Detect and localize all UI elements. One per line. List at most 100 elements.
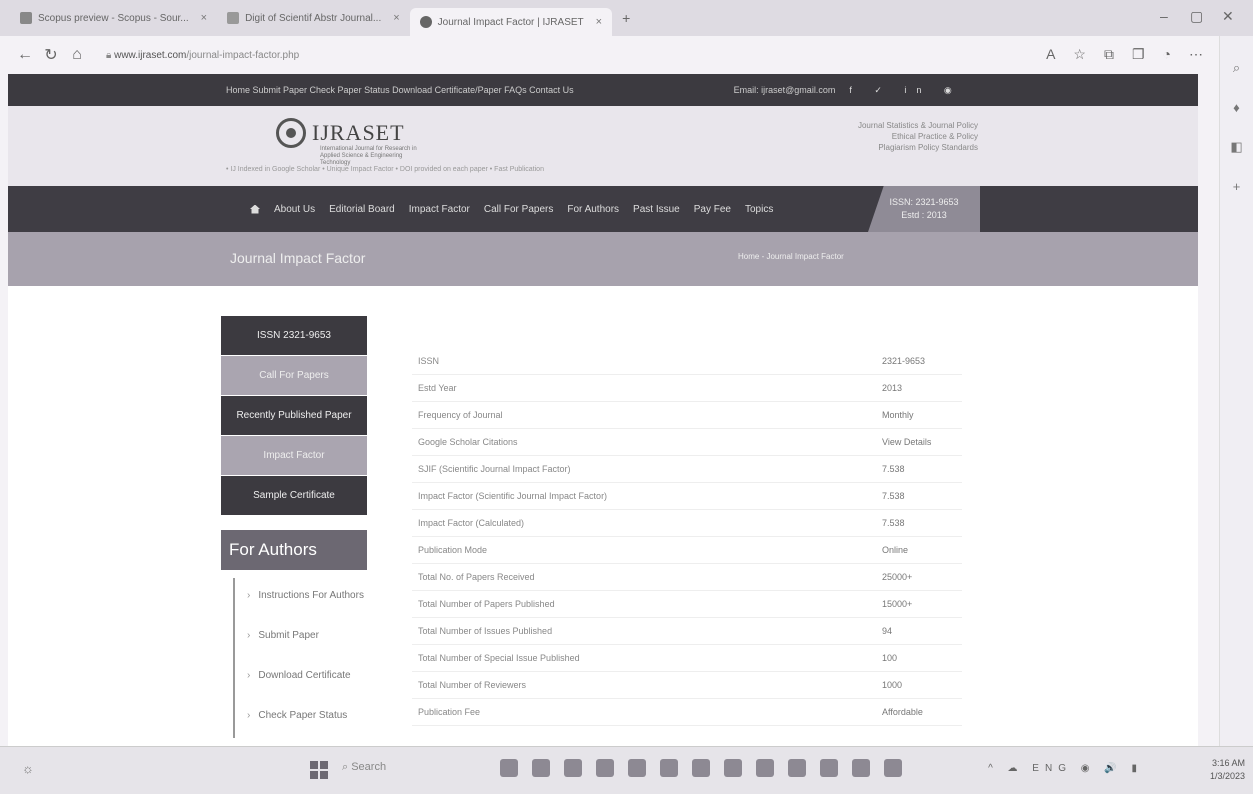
- tab-label: Scopus preview - Scopus - Sour...: [38, 12, 189, 24]
- row-label: Total Number of Issues Published: [418, 626, 553, 636]
- table-row: Total No. of Papers Received 25000+: [412, 564, 962, 591]
- table-row: Publication Mode Online: [412, 537, 962, 564]
- app-icon[interactable]: [596, 759, 614, 777]
- app-icon[interactable]: [724, 759, 742, 777]
- search-icon[interactable]: ⌕: [1220, 60, 1253, 76]
- new-tab-button[interactable]: +: [612, 4, 640, 32]
- header-links: Journal Statistics & Journal Policy Ethi…: [858, 120, 978, 153]
- edge-sidebar: ⌕ ♦ ◧ +: [1219, 36, 1253, 746]
- menu-impact-factor[interactable]: Impact Factor: [221, 436, 367, 476]
- close-tab-icon[interactable]: ×: [393, 12, 399, 24]
- taskbar: ☼ ⌕ Search ^ ☁ ENG ◉ 🔊 ▮ 3:16 AM 1/3/202…: [0, 746, 1253, 794]
- table-row: Estd Year 2013: [412, 375, 962, 402]
- clock[interactable]: 3:16 AM 1/3/2023: [1210, 757, 1245, 783]
- app-icon[interactable]: [660, 759, 678, 777]
- nav-impact-factor[interactable]: Impact Factor: [409, 204, 470, 215]
- site-header: IJRASET International Journal for Resear…: [8, 106, 1198, 186]
- header-link[interactable]: Journal Statistics & Journal Policy: [858, 120, 978, 131]
- app-icon[interactable]: [852, 759, 870, 777]
- nav-past-issue[interactable]: Past Issue: [633, 204, 680, 215]
- row-label: Frequency of Journal: [418, 410, 503, 420]
- email-link[interactable]: Email: ijraset@gmail.com: [734, 85, 836, 95]
- author-link-submit[interactable]: Submit Paper: [235, 618, 367, 658]
- web-page: Home Submit Paper Check Paper Status Dow…: [8, 74, 1198, 746]
- nav-call-for-papers[interactable]: Call For Papers: [484, 204, 553, 215]
- browser-tab-bar: Scopus preview - Scopus - Sour... × Digi…: [0, 0, 1253, 36]
- taskbar-apps: [500, 759, 902, 777]
- site-logo[interactable]: IJRASET: [276, 118, 405, 148]
- app-icon[interactable]: [564, 759, 582, 777]
- app-icon[interactable]: [628, 759, 646, 777]
- header-link[interactable]: Ethical Practice & Policy: [858, 131, 978, 142]
- minimize-icon[interactable]: –: [1160, 8, 1168, 24]
- menu-recently-published[interactable]: Recently Published Paper: [221, 396, 367, 436]
- tools-icon[interactable]: ◧: [1220, 139, 1253, 155]
- row-label: Estd Year: [418, 383, 457, 393]
- row-value: 7.538: [882, 464, 905, 474]
- system-tray[interactable]: ^ ☁ ENG ◉ 🔊 ▮: [988, 763, 1143, 774]
- browser-tab-active[interactable]: Journal Impact Factor | IJRASET ×: [409, 8, 613, 36]
- top-links[interactable]: Home Submit Paper Check Paper Status Dow…: [226, 85, 574, 95]
- date: 1/3/2023: [1209, 771, 1245, 781]
- menu-sample-certificate[interactable]: Sample Certificate: [221, 476, 367, 516]
- start-icon[interactable]: [310, 761, 328, 779]
- app-icon[interactable]: [532, 759, 550, 777]
- app-icon[interactable]: [692, 759, 710, 777]
- collections-icon[interactable]: ❐: [1132, 46, 1145, 63]
- time: 3:16 AM: [1211, 758, 1245, 768]
- app-icon[interactable]: [500, 759, 518, 777]
- app-icon[interactable]: [820, 759, 838, 777]
- nav-about[interactable]: About Us: [274, 204, 315, 215]
- url-path: /journal-impact-factor.php: [186, 49, 300, 61]
- browser-tab[interactable]: Scopus preview - Scopus - Sour... ×: [10, 4, 217, 32]
- home-icon[interactable]: ⌂: [64, 46, 90, 64]
- app-icon[interactable]: [884, 759, 902, 777]
- for-authors-heading: For Authors: [221, 530, 367, 570]
- author-link-instructions[interactable]: Instructions For Authors: [235, 578, 367, 618]
- refresh-icon[interactable]: ↻: [38, 45, 64, 65]
- author-link-status[interactable]: Check Paper Status: [235, 698, 367, 738]
- app-icon[interactable]: [756, 759, 774, 777]
- nav-pay-fee[interactable]: Pay Fee: [694, 204, 731, 215]
- close-window-icon[interactable]: ✕: [1222, 8, 1234, 25]
- address-bar: ← ↻ ⌂ 🔒︎ www.ijraset.com/journal-impact-…: [0, 36, 1253, 74]
- nav-topics[interactable]: Topics: [745, 204, 773, 215]
- back-icon[interactable]: ←: [12, 46, 38, 64]
- row-label: Publication Fee: [418, 707, 481, 717]
- menu-issn[interactable]: ISSN 2321-9653: [221, 316, 367, 356]
- close-tab-icon[interactable]: ×: [201, 12, 207, 24]
- table-row: Impact Factor (Calculated) 7.538: [412, 510, 962, 537]
- social-icons[interactable]: f ✓ in ◉: [849, 85, 961, 96]
- taskbar-search[interactable]: ⌕ Search: [342, 761, 386, 774]
- close-tab-icon[interactable]: ×: [596, 16, 602, 28]
- tab-label: Digit of Scientif Abstr Journal...: [245, 12, 382, 24]
- browser-tab[interactable]: Digit of Scientif Abstr Journal... ×: [217, 4, 410, 32]
- app-icon[interactable]: [788, 759, 806, 777]
- table-row: Total Number of Issues Published 94: [412, 618, 962, 645]
- tab-favicon-icon: [419, 16, 432, 28]
- nav-editorial-board[interactable]: Editorial Board: [329, 204, 395, 215]
- menu-call-for-papers[interactable]: Call For Papers: [221, 356, 367, 396]
- nav-for-authors[interactable]: For Authors: [567, 204, 619, 215]
- url-field[interactable]: 🔒︎ www.ijraset.com/journal-impact-factor…: [106, 50, 406, 61]
- profile-icon[interactable]: ◔: [1163, 46, 1171, 63]
- maximize-icon[interactable]: ▢: [1190, 8, 1203, 25]
- row-value: 2013: [882, 383, 903, 393]
- header-link[interactable]: Plagiarism Policy Standards: [858, 142, 978, 153]
- home-nav-icon[interactable]: [250, 204, 260, 214]
- table-row: Google Scholar Citations View Details: [412, 429, 962, 456]
- breadcrumb[interactable]: Home - Journal Impact Factor: [738, 252, 844, 261]
- author-link-certificate[interactable]: Download Certificate: [235, 658, 367, 698]
- row-label: Total No. of Papers Received: [418, 572, 535, 582]
- row-label: Publication Mode: [418, 545, 488, 555]
- add-icon[interactable]: +: [1220, 179, 1253, 194]
- issn-line: ISSN: 2321-9653: [889, 197, 959, 207]
- journal-info-table: ISSN 2321-9653 Estd Year 2013 Frequency of J…: [412, 348, 962, 726]
- read-aloud-icon[interactable]: A: [1046, 46, 1055, 63]
- shopping-icon[interactable]: ♦: [1220, 100, 1253, 115]
- settings-more-icon[interactable]: ⋯: [1189, 46, 1203, 63]
- favorite-icon[interactable]: ☆: [1073, 46, 1086, 63]
- weather-icon[interactable]: ☼: [22, 761, 34, 776]
- extensions-icon[interactable]: ⧉: [1104, 46, 1114, 63]
- row-value: Online: [882, 545, 909, 555]
